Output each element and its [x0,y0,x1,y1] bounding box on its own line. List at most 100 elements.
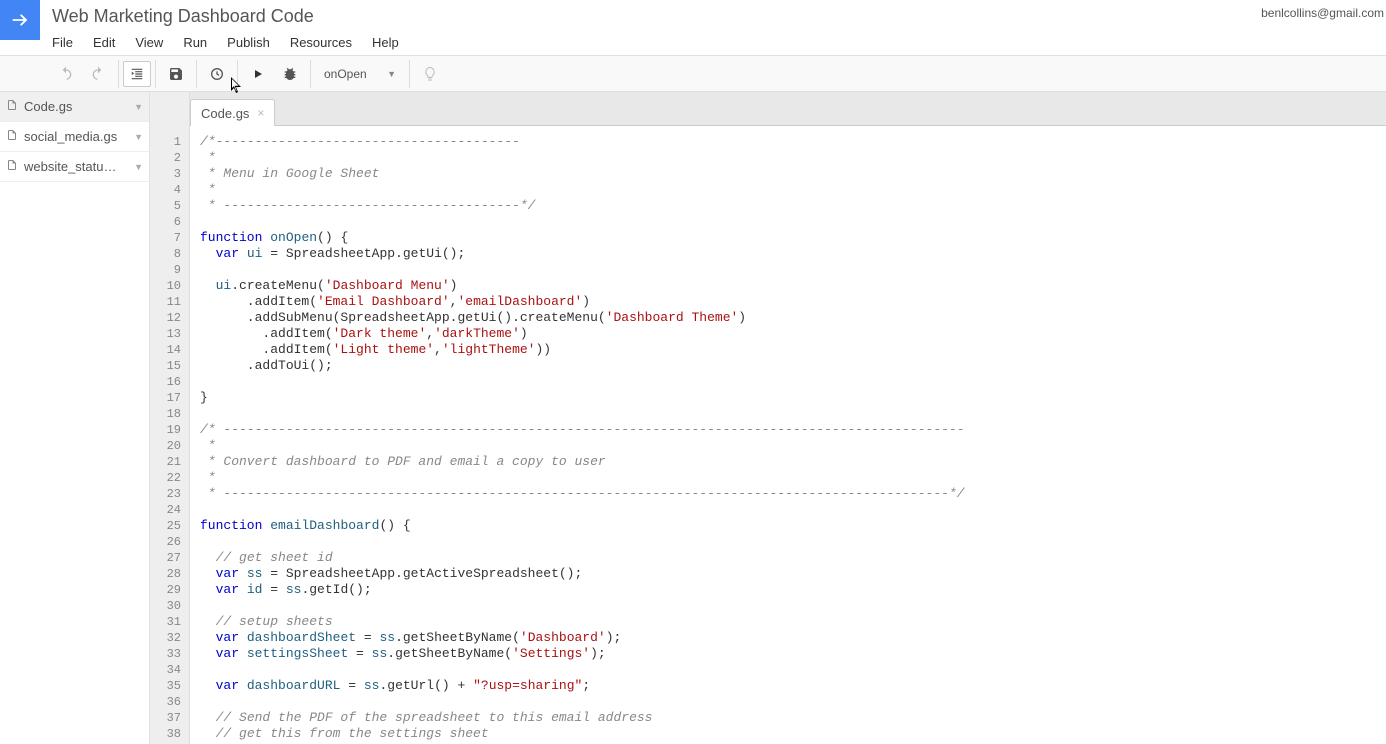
indent-button[interactable] [123,61,151,87]
code-line[interactable]: // Send the PDF of the spreadsheet to th… [200,710,1386,726]
editor-tab[interactable]: Code.gs× [190,99,275,126]
function-select[interactable]: onOpen ▼ [315,62,405,86]
menu-publish[interactable]: Publish [217,33,280,52]
arrow-right-icon [9,9,31,31]
file-icon [6,158,18,175]
menu-resources[interactable]: Resources [280,33,362,52]
code-line[interactable]: * Convert dashboard to PDF and email a c… [200,454,1386,470]
file-name: website_statu… [24,159,134,174]
user-email[interactable]: benlcollins@gmail.com [1261,6,1386,20]
code-line[interactable] [200,262,1386,278]
indent-icon [130,67,144,81]
chevron-down-icon[interactable]: ▼ [134,132,143,142]
code-line[interactable]: .addItem('Dark theme','darkTheme') [200,326,1386,342]
save-icon [168,66,184,82]
line-number: 22 [150,470,181,486]
file-item[interactable]: website_statu…▼ [0,152,149,182]
redo-button[interactable] [82,60,114,88]
code-line[interactable]: * [200,150,1386,166]
line-number: 16 [150,374,181,390]
close-icon[interactable]: × [257,106,264,120]
code-line[interactable]: function emailDashboard() { [200,518,1386,534]
file-sidebar: Code.gs▼social_media.gs▼website_statu…▼ [0,92,150,744]
undo-button[interactable] [50,60,82,88]
menu-view[interactable]: View [125,33,173,52]
line-number: 10 [150,278,181,294]
line-number: 2 [150,150,181,166]
code-line[interactable] [200,534,1386,550]
line-number: 18 [150,406,181,422]
code-line[interactable]: // get sheet id [200,550,1386,566]
line-number: 1 [150,134,181,150]
line-number: 29 [150,582,181,598]
code-line[interactable]: var ss = SpreadsheetApp.getActiveSpreads… [200,566,1386,582]
header-main: Web Marketing Dashboard Code FileEditVie… [40,0,1386,52]
line-number: 9 [150,262,181,278]
code-line[interactable] [200,694,1386,710]
line-number: 34 [150,662,181,678]
code-line[interactable]: // get this from the settings sheet [200,726,1386,742]
toolbar: onOpen ▼ [0,56,1386,92]
file-icon [6,98,18,115]
line-number: 21 [150,454,181,470]
code-line[interactable]: * --------------------------------------… [200,198,1386,214]
save-button[interactable] [160,60,192,88]
chevron-down-icon[interactable]: ▼ [134,162,143,172]
code-line[interactable]: } [200,390,1386,406]
code-line[interactable] [200,214,1386,230]
chevron-down-icon[interactable]: ▼ [134,102,143,112]
code-line[interactable]: * Menu in Google Sheet [200,166,1386,182]
code-line[interactable] [200,406,1386,422]
code-line[interactable]: ui.createMenu('Dashboard Menu') [200,278,1386,294]
code-line[interactable]: .addToUi(); [200,358,1386,374]
code-line[interactable]: .addItem('Email Dashboard','emailDashboa… [200,294,1386,310]
code-line[interactable]: // setup sheets [200,614,1386,630]
code-editor[interactable]: 1234567891011121314151617181920212223242… [150,126,1386,744]
help-lightbulb-button[interactable] [414,60,446,88]
code-line[interactable] [200,374,1386,390]
code-line[interactable]: * [200,182,1386,198]
line-number: 12 [150,310,181,326]
code-line[interactable]: * [200,470,1386,486]
code-line[interactable]: var settingsSheet = ss.getSheetByName('S… [200,646,1386,662]
line-number: 5 [150,198,181,214]
code-line[interactable]: * [200,438,1386,454]
code-line[interactable] [200,598,1386,614]
separator [118,60,119,88]
redo-icon [90,66,106,82]
menu-edit[interactable]: Edit [83,33,125,52]
debug-button[interactable] [274,60,306,88]
body: Code.gs▼social_media.gs▼website_statu…▼ … [0,92,1386,744]
code-line[interactable]: /* -------------------------------------… [200,422,1386,438]
code-line[interactable]: var dashboardURL = ss.getUrl() + "?usp=s… [200,678,1386,694]
code-line[interactable]: var dashboardSheet = ss.getSheetByName('… [200,630,1386,646]
menu-help[interactable]: Help [362,33,409,52]
line-number: 32 [150,630,181,646]
document-title[interactable]: Web Marketing Dashboard Code [52,0,1386,27]
function-select-label: onOpen [324,67,367,81]
file-item[interactable]: Code.gs▼ [0,92,149,122]
code-line[interactable]: var ui = SpreadsheetApp.getUi(); [200,246,1386,262]
menu-run[interactable]: Run [173,33,217,52]
code-line[interactable]: * --------------------------------------… [200,486,1386,502]
code-line[interactable]: .addSubMenu(SpreadsheetApp.getUi().creat… [200,310,1386,326]
chevron-down-icon: ▼ [387,69,396,79]
file-item[interactable]: social_media.gs▼ [0,122,149,152]
code-line[interactable]: function onOpen() { [200,230,1386,246]
code-line[interactable] [200,502,1386,518]
app-icon[interactable] [0,0,40,40]
run-button[interactable] [242,60,274,88]
menu-file[interactable]: File [52,33,83,52]
code-line[interactable] [200,662,1386,678]
line-number: 3 [150,166,181,182]
line-number: 20 [150,438,181,454]
code-line[interactable]: /*--------------------------------------… [200,134,1386,150]
code-line[interactable]: .addItem('Light theme','lightTheme')) [200,342,1386,358]
triggers-button[interactable] [201,60,233,88]
line-number: 14 [150,342,181,358]
line-number: 28 [150,566,181,582]
line-number: 33 [150,646,181,662]
code-line[interactable]: var id = ss.getId(); [200,582,1386,598]
line-number: 19 [150,422,181,438]
code-content[interactable]: /*--------------------------------------… [190,126,1386,744]
